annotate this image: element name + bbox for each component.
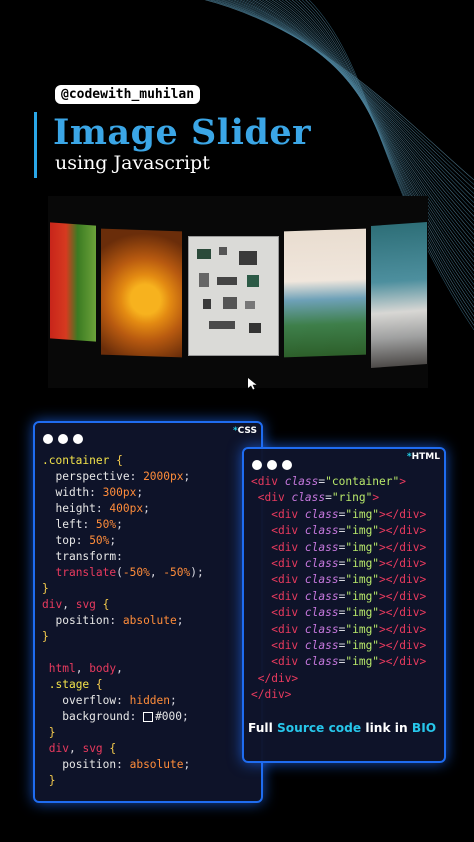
window-dots [43, 429, 88, 448]
html-code-block: <div class="container"> <div class="ring… [251, 475, 427, 702]
page-subtitle: using Javascript [55, 152, 210, 174]
source-code-footer: Full Source code link in BIO [248, 721, 437, 735]
image-slider-preview [48, 196, 428, 388]
title-accent-bar [34, 112, 37, 178]
window-dots [252, 455, 297, 474]
author-handle-badge: @codewith_muhilan [55, 85, 201, 104]
mouse-cursor-icon [248, 378, 257, 390]
slide-sky-clouds [371, 222, 427, 368]
html-language-tag: *HTML [406, 452, 440, 462]
slide-red-grass [50, 222, 96, 342]
html-code-panel: *HTML <div class="container"> <div class… [242, 447, 446, 763]
slide-desk-flatlay [188, 236, 279, 356]
css-language-tag: *CSS [232, 426, 257, 436]
page-title: Image Slider [53, 112, 312, 153]
css-code-block: .container { perspective: 2000px; width:… [42, 454, 204, 787]
slide-coast-sunset [284, 228, 366, 358]
css-code-panel: *CSS .container { perspective: 2000px; w… [33, 421, 263, 803]
slide-orange-cactus [101, 228, 182, 358]
